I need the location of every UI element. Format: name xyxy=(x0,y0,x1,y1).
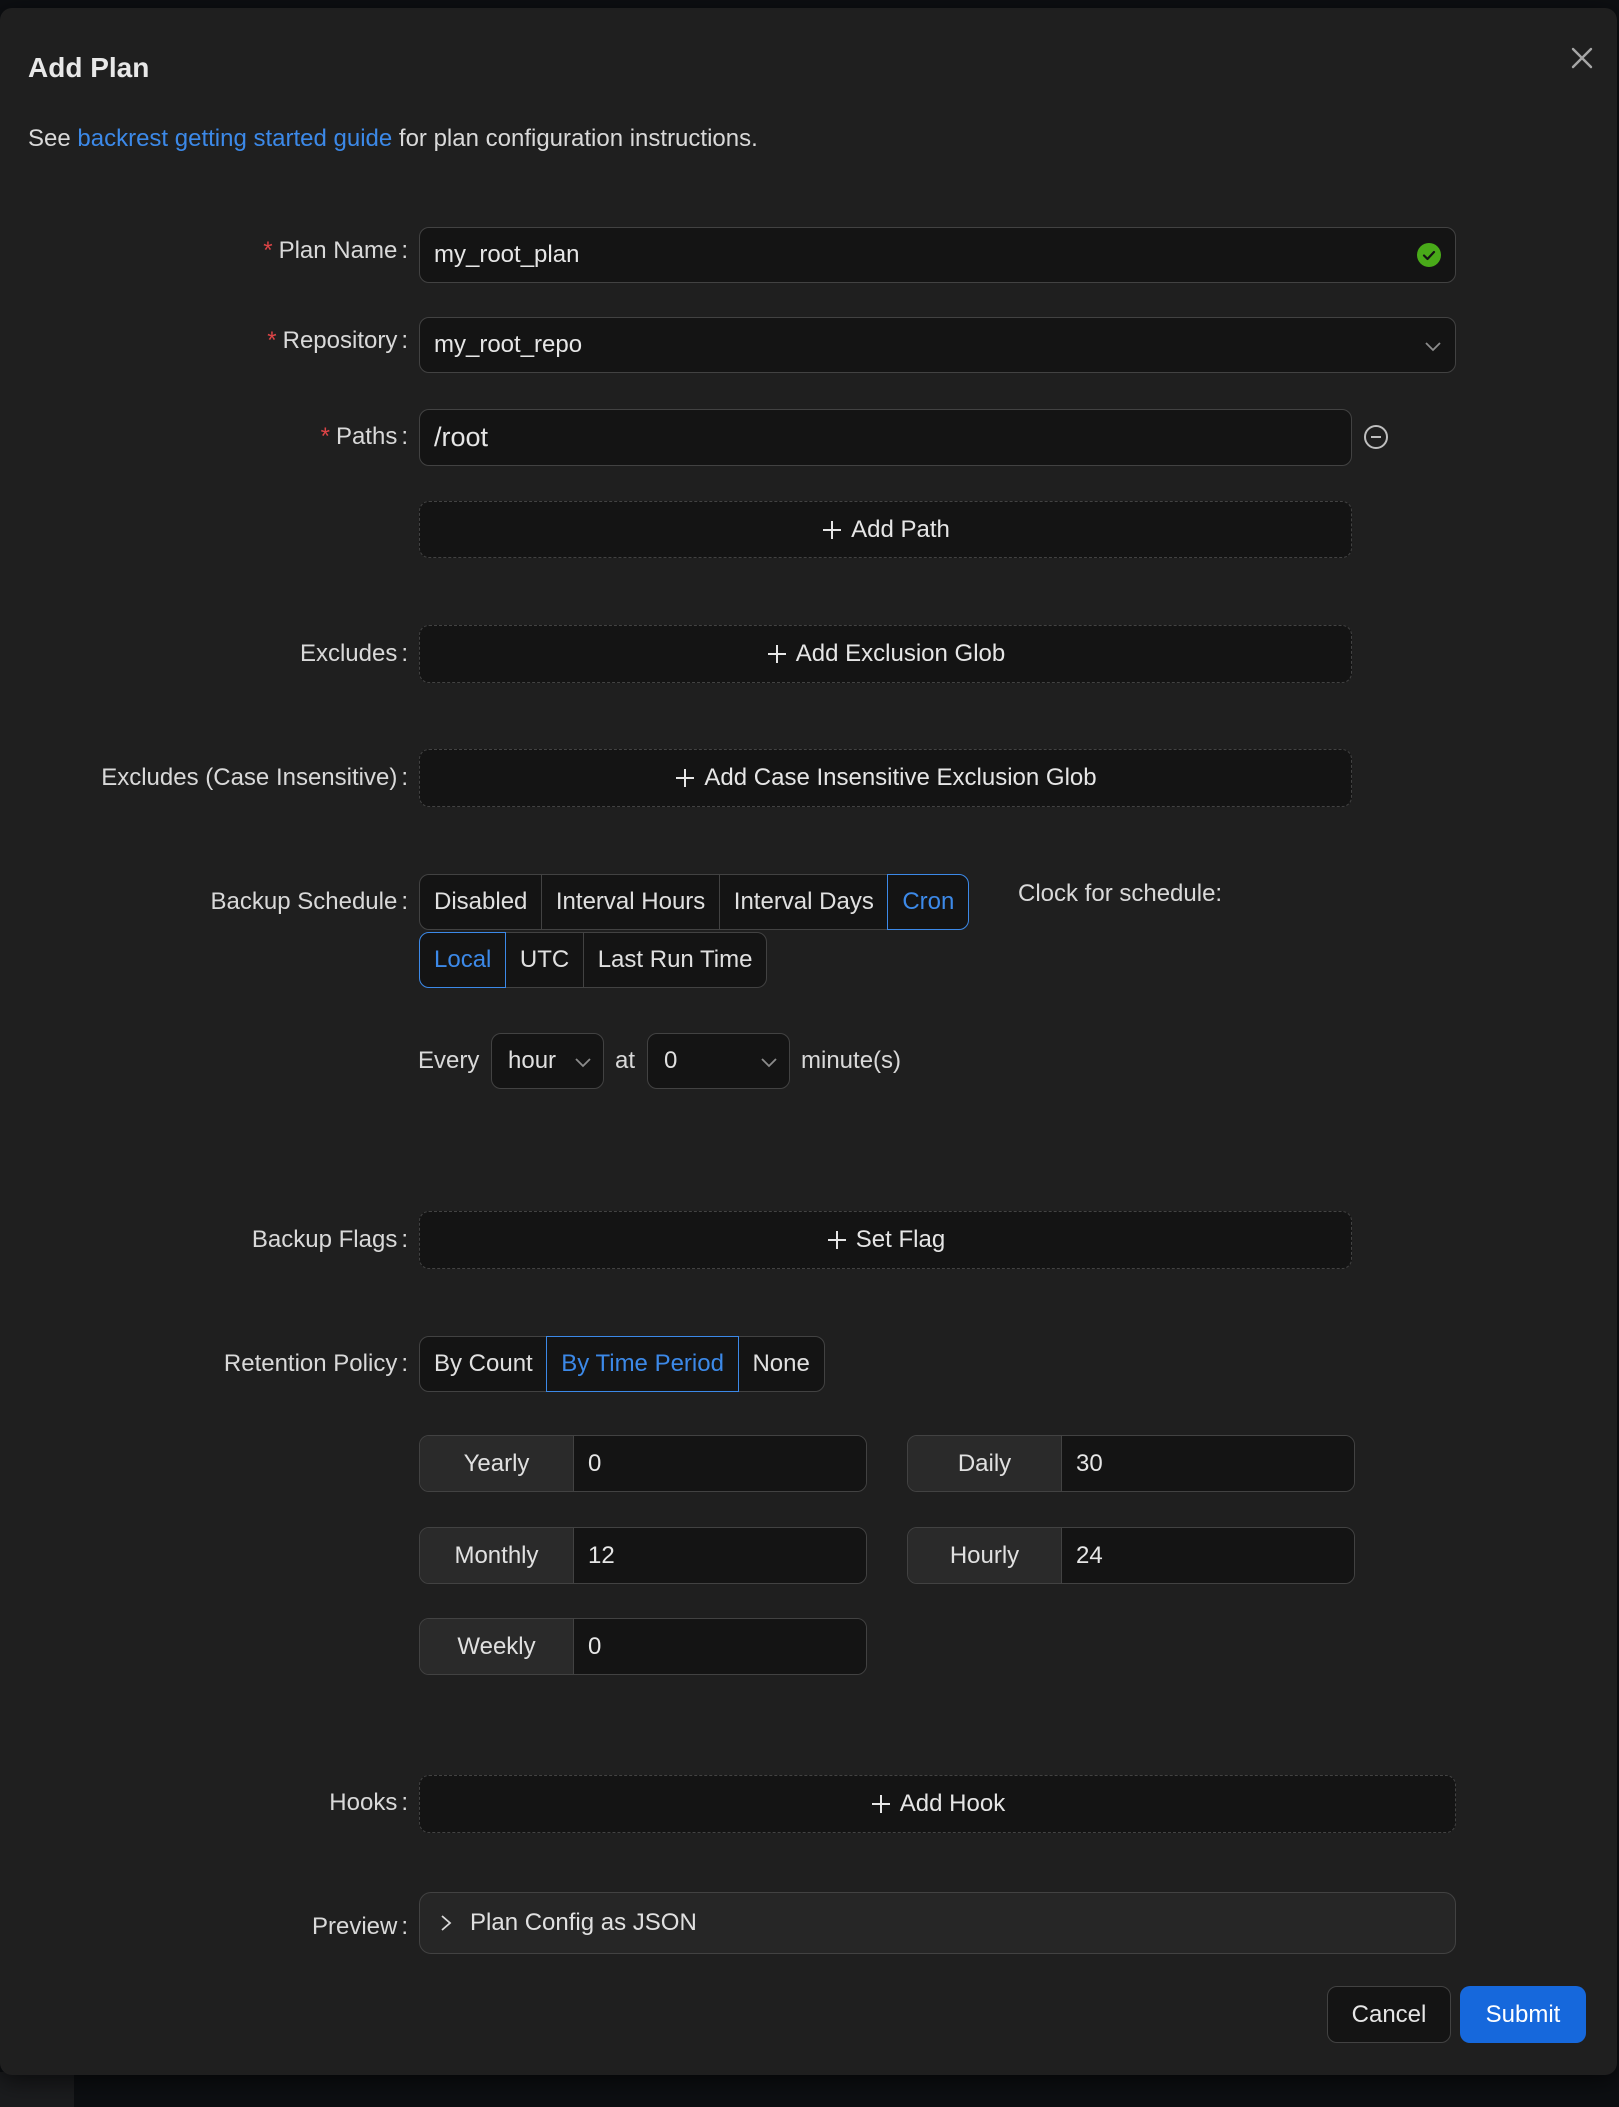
retention-hourly-field: Hourly 24 xyxy=(907,1527,1355,1584)
retention-daily-input[interactable]: 30 xyxy=(1062,1436,1354,1491)
schedule-mode-interval-hours[interactable]: Interval Hours xyxy=(540,874,721,930)
retention-hourly-label: Hourly xyxy=(908,1528,1062,1583)
set-flag-label: Set Flag xyxy=(855,1226,946,1253)
retention-yearly-input[interactable]: 0 xyxy=(574,1436,866,1491)
minute-suffix: minute(s) xyxy=(801,1047,902,1074)
cron-minute-select[interactable]: 0 xyxy=(647,1033,790,1089)
add-plan-modal: Add Plan See backrest getting started gu… xyxy=(0,8,1617,2075)
add-path-label: Add Path xyxy=(851,515,950,543)
cron-period-select[interactable]: hour xyxy=(491,1033,604,1089)
hooks-label: Hooks: xyxy=(329,1789,408,1816)
schedule-mode-interval-days[interactable]: Interval Days xyxy=(718,874,889,930)
close-icon[interactable] xyxy=(1564,40,1600,76)
intro-text: See backrest getting started guide for p… xyxy=(28,125,758,153)
check-circle-icon xyxy=(1417,243,1441,267)
retention-monthly-label: Monthly xyxy=(420,1528,574,1583)
add-exclusion-label: Add Exclusion Glob xyxy=(795,640,1006,667)
iexcludes-label: Excludes (Case Insensitive): xyxy=(101,764,408,791)
retention-hourly-input[interactable]: 24 xyxy=(1062,1528,1354,1583)
retention-label: Retention Policy: xyxy=(223,1350,408,1377)
cancel-button[interactable]: Cancel xyxy=(1327,1986,1451,2043)
clock-label: Clock for schedule: xyxy=(1018,880,1223,907)
retention-monthly-input[interactable]: 12 xyxy=(574,1528,866,1583)
intro-suffix: for plan configuration instructions. xyxy=(392,125,758,152)
clock-last-run[interactable]: Last Run Time xyxy=(582,932,768,988)
chevron-down-icon xyxy=(761,1058,777,1068)
retention-monthly-field: Monthly 12 xyxy=(419,1527,867,1584)
excludes-label: Excludes: xyxy=(299,640,408,667)
repository-label: * Repository: xyxy=(267,327,408,354)
minus-circle-icon[interactable] xyxy=(1363,424,1389,450)
plan-name-label: * Plan Name: xyxy=(263,237,408,264)
plan-json-collapse-label: Plan Config as JSON xyxy=(470,1909,697,1936)
preview-label: Preview: xyxy=(311,1913,408,1940)
chevron-down-icon xyxy=(1425,342,1441,352)
path-input[interactable]: /root xyxy=(419,409,1352,466)
intro-prefix: See xyxy=(28,125,78,152)
plus-icon xyxy=(767,645,786,663)
clock-group: Local UTC Last Run Time xyxy=(419,932,768,988)
retention-by-count[interactable]: By Count xyxy=(419,1336,548,1392)
schedule-mode-cron[interactable]: Cron xyxy=(887,874,970,930)
retention-none[interactable]: None xyxy=(737,1336,825,1392)
chevron-right-icon xyxy=(441,1915,452,1931)
add-hook-button[interactable]: Add Hook xyxy=(419,1775,1456,1833)
cron-period-value: hour xyxy=(508,1047,557,1074)
submit-button[interactable]: Submit xyxy=(1460,1986,1586,2043)
schedule-mode-group: Disabled Interval Hours Interval Days Cr… xyxy=(419,874,970,930)
required-mark: * xyxy=(263,237,273,264)
plan-name-input[interactable]: my_root_plan xyxy=(419,227,1456,283)
plan-json-collapse[interactable]: Plan Config as JSON xyxy=(419,1892,1456,1954)
retention-by-time-period[interactable]: By Time Period xyxy=(546,1336,739,1392)
repository-select[interactable]: my_root_repo xyxy=(419,317,1456,373)
add-path-button[interactable]: Add Path xyxy=(419,501,1352,558)
getting-started-link[interactable]: backrest getting started guide xyxy=(77,125,392,152)
plus-icon xyxy=(823,520,842,539)
cron-minute-value: 0 xyxy=(664,1047,678,1074)
add-exclusion-button[interactable]: Add Exclusion Glob xyxy=(419,625,1352,683)
set-flag-button[interactable]: Set Flag xyxy=(419,1211,1352,1269)
plan-name-value: my_root_plan xyxy=(434,241,580,268)
path-value: /root xyxy=(434,422,489,452)
schedule-mode-disabled[interactable]: Disabled xyxy=(419,874,543,930)
paths-label: * Paths: xyxy=(320,423,408,450)
retention-yearly-label: Yearly xyxy=(420,1436,574,1491)
clock-local[interactable]: Local xyxy=(419,932,507,988)
retention-mode-group: By Count By Time Period None xyxy=(419,1336,825,1392)
plus-icon xyxy=(827,1231,846,1249)
retention-daily-label: Daily xyxy=(908,1436,1062,1491)
schedule-label: Backup Schedule: xyxy=(210,888,408,915)
at-label: at xyxy=(615,1047,636,1074)
clock-utc[interactable]: UTC xyxy=(504,932,585,988)
retention-weekly-label: Weekly xyxy=(420,1619,574,1674)
required-mark: * xyxy=(320,423,330,450)
retention-yearly-field: Yearly 0 xyxy=(419,1435,867,1492)
plus-icon xyxy=(676,769,695,787)
add-iexclusion-button[interactable]: Add Case Insensitive Exclusion Glob xyxy=(419,749,1352,807)
modal-title: Add Plan xyxy=(28,52,150,83)
retention-weekly-field: Weekly 0 xyxy=(419,1618,867,1675)
add-iexclusion-label: Add Case Insensitive Exclusion Glob xyxy=(704,764,1097,791)
add-hook-label: Add Hook xyxy=(899,1790,1006,1817)
retention-daily-field: Daily 30 xyxy=(907,1435,1355,1492)
flags-label: Backup Flags: xyxy=(251,1226,408,1253)
retention-weekly-input[interactable]: 0 xyxy=(574,1619,866,1674)
background-strip xyxy=(0,2072,74,2107)
plus-icon xyxy=(871,1795,890,1813)
chevron-down-icon xyxy=(575,1058,591,1068)
every-label: Every xyxy=(418,1047,480,1074)
repository-value: my_root_repo xyxy=(434,331,583,358)
required-mark: * xyxy=(267,327,277,354)
